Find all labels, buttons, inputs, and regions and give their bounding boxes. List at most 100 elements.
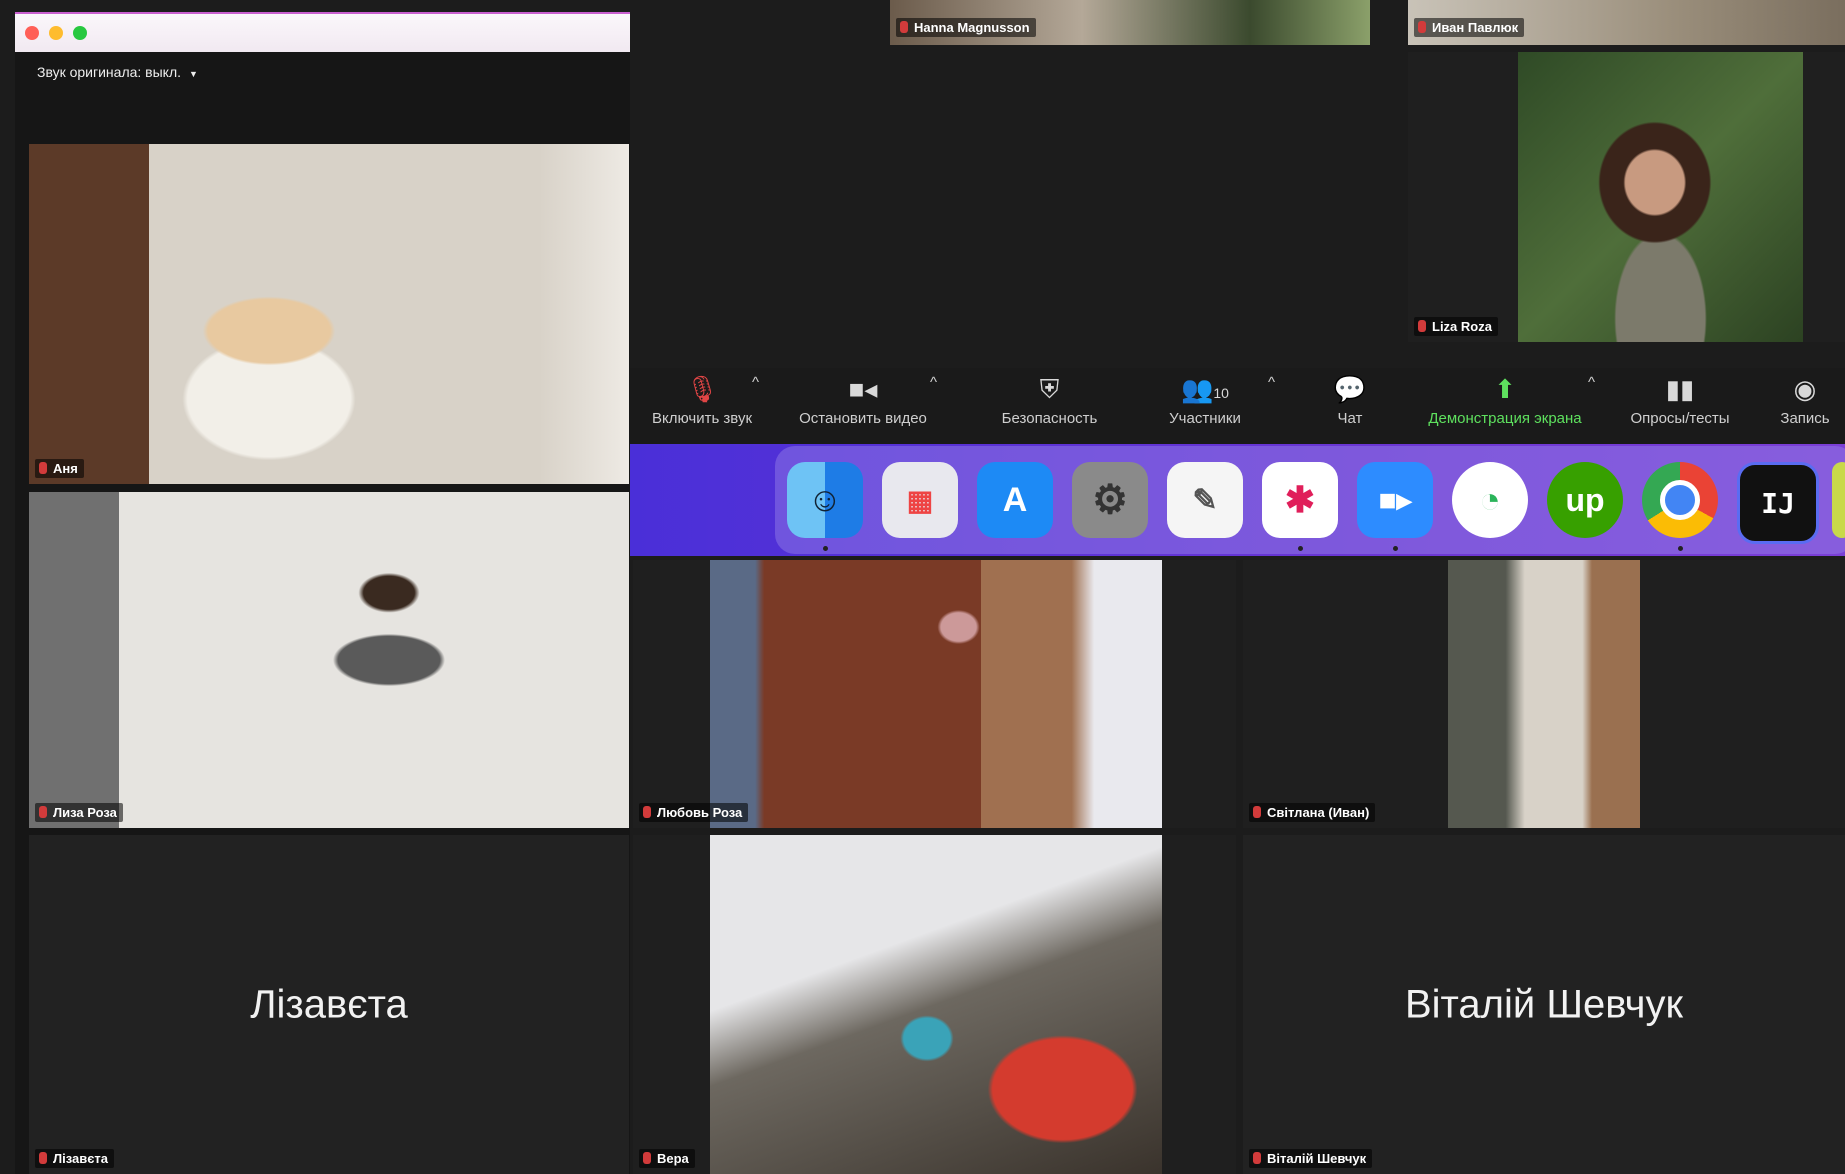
running-indicator (1393, 546, 1398, 551)
running-indicator (1678, 546, 1683, 551)
intellij-icon[interactable]: IJ (1737, 462, 1819, 544)
video-tile-anya[interactable]: Аня (29, 144, 629, 484)
video-tile-vira[interactable]: Вера (633, 835, 1236, 1174)
participant-name-tag: Віталій Шевчук (1249, 1149, 1373, 1168)
partial-app-icon[interactable] (1832, 462, 1845, 538)
upwork-icon[interactable]: up (1547, 462, 1623, 538)
system-preferences-icon[interactable]: ⚙ (1072, 462, 1148, 538)
muted-mic-icon (900, 21, 908, 33)
video-tile-liza-roza[interactable]: Лиза Роза (29, 492, 629, 828)
chat-label: Чат (1337, 410, 1363, 427)
participant-name-tag: Вера (639, 1149, 695, 1168)
participant-name-tag: Иван Павлюк (1414, 18, 1525, 37)
close-window-icon[interactable] (25, 26, 39, 40)
stop-video-label: Остановить видео (799, 410, 927, 427)
security-button[interactable]: ⛨ Безопасность (992, 374, 1107, 427)
chat-button[interactable]: 💬 Чат (1320, 374, 1380, 427)
video-tile-hanna[interactable]: Hanna Magnusson (890, 0, 1370, 45)
participant-name: Аня (53, 461, 78, 476)
video-tile-svitlana[interactable]: Світлана (Иван) (1243, 560, 1845, 828)
unmute-label: Включить звук (651, 410, 753, 427)
video-camera-icon: ■◂ (848, 374, 878, 404)
video-options-chevron-icon[interactable]: ^ (930, 374, 937, 391)
muted-mic-icon: 🎙 (685, 374, 719, 404)
video-tile-vitaliy[interactable]: Віталій Шевчук Віталій Шевчук (1243, 835, 1845, 1174)
participant-name-tag: Hanna Magnusson (896, 18, 1036, 37)
muted-mic-icon (39, 1152, 47, 1164)
unmute-button[interactable]: 🎙 Включить звук (642, 374, 762, 427)
video-feed (1448, 560, 1640, 828)
participant-name: Иван Павлюк (1432, 20, 1519, 35)
audio-options-chevron-icon[interactable]: ^ (752, 374, 759, 391)
bar-chart-icon: ▮▮ (1665, 374, 1695, 404)
participant-name: Світлана (Иван) (1267, 805, 1370, 820)
participant-big-name: Віталій Шевчук (1404, 982, 1684, 1026)
zoom-app-icon[interactable]: ■▸ (1357, 462, 1433, 538)
participants-button[interactable]: 👥10 Участники (1155, 374, 1255, 427)
finder-icon[interactable]: ☺ (787, 462, 863, 538)
muted-mic-icon (643, 1152, 651, 1164)
security-label: Безопасность (1001, 410, 1098, 427)
shield-icon: ⛨ (1039, 374, 1060, 404)
share-options-chevron-icon[interactable]: ^ (1588, 374, 1595, 391)
participant-name: Лізавєта (53, 1151, 109, 1166)
participant-name-tag: Лиза Роза (35, 803, 123, 822)
chat-bubble-icon: 💬 (1333, 374, 1367, 404)
participant-name: Лиза Роза (53, 805, 117, 820)
launchpad-icon[interactable]: ▦ (882, 462, 958, 538)
muted-mic-icon (1418, 320, 1426, 332)
chrome-icon[interactable] (1642, 462, 1718, 538)
participants-options-chevron-icon[interactable]: ^ (1268, 374, 1275, 391)
textedit-icon[interactable]: ✎ (1167, 462, 1243, 538)
time-tracker-icon[interactable]: ◔ (1452, 462, 1528, 538)
minimize-window-icon[interactable] (49, 26, 63, 40)
record-icon: ◉ (1793, 374, 1817, 404)
zoom-window-icon[interactable] (73, 26, 87, 40)
participant-name: Liza Roza (1432, 319, 1492, 334)
participants-icon: 👥10 (1181, 374, 1229, 404)
participant-name-tag: Аня (35, 459, 84, 478)
running-indicator (1298, 546, 1303, 551)
video-feed (710, 835, 1162, 1174)
chevron-down-icon: ▼ (189, 69, 198, 79)
meeting-toolbar: 🎙 Включить звук ^ ■◂ Остановить видео ^ … (630, 368, 1845, 444)
participant-name-tag: Світлана (Иван) (1249, 803, 1376, 822)
running-indicator (823, 546, 828, 551)
original-audio-label: Звук оригинала: выкл. (37, 64, 182, 80)
video-feed (29, 144, 629, 484)
share-screen-icon: ⬆ (1494, 374, 1516, 404)
video-feed (29, 492, 629, 828)
macos-dock: ☺ ▦ A ⚙ ✎ ✱ ■▸ ◔ up IJ (775, 446, 1845, 554)
polls-button[interactable]: ▮▮ Опросы/тесты (1615, 374, 1745, 427)
share-screen-label: Демонстрация экрана (1428, 410, 1582, 427)
record-label: Запись (1780, 410, 1830, 427)
participant-name-tag: Liza Roza (1414, 317, 1498, 336)
stop-video-button[interactable]: ■◂ Остановить видео (788, 374, 938, 427)
muted-mic-icon (1253, 806, 1261, 818)
participant-name: Hanna Magnusson (914, 20, 1030, 35)
share-screen-button[interactable]: ⬆ Демонстрация экрана (1410, 374, 1600, 427)
app-store-icon[interactable]: A (977, 462, 1053, 538)
video-tile-ivan-pavliuk[interactable]: Иван Павлюк (1408, 0, 1845, 45)
video-feed (710, 560, 1162, 828)
video-tile-lyubov-roza[interactable]: Любовь Роза (633, 560, 1236, 828)
participant-name: Вера (657, 1151, 689, 1166)
muted-mic-icon (1253, 1152, 1261, 1164)
video-tile-lizaveta[interactable]: Лізавєта Лізавєта (29, 835, 629, 1174)
upwork-logo-text: up (1565, 481, 1605, 518)
secondary-zoom-window: Звук оригинала: выкл. ▼ Аня Лиза Роза Ліз… (15, 12, 630, 1174)
video-tile-liza-roza-top[interactable]: Liza Roza (1408, 52, 1845, 342)
participant-big-name: Лізавєта (250, 982, 408, 1026)
participant-name: Віталій Шевчук (1267, 1151, 1367, 1166)
muted-mic-icon (1418, 21, 1426, 33)
participants-label: Участники (1169, 410, 1241, 427)
video-feed (1518, 52, 1803, 342)
original-audio-dropdown[interactable]: Звук оригинала: выкл. ▼ (37, 64, 198, 80)
muted-mic-icon (39, 806, 47, 818)
slack-icon[interactable]: ✱ (1262, 462, 1338, 538)
record-button[interactable]: ◉ Запись (1770, 374, 1840, 427)
polls-label: Опросы/тесты (1630, 410, 1730, 427)
participants-count: 10 (1213, 385, 1229, 401)
intellij-logo-text: IJ (1761, 486, 1795, 520)
muted-mic-icon (39, 462, 47, 474)
